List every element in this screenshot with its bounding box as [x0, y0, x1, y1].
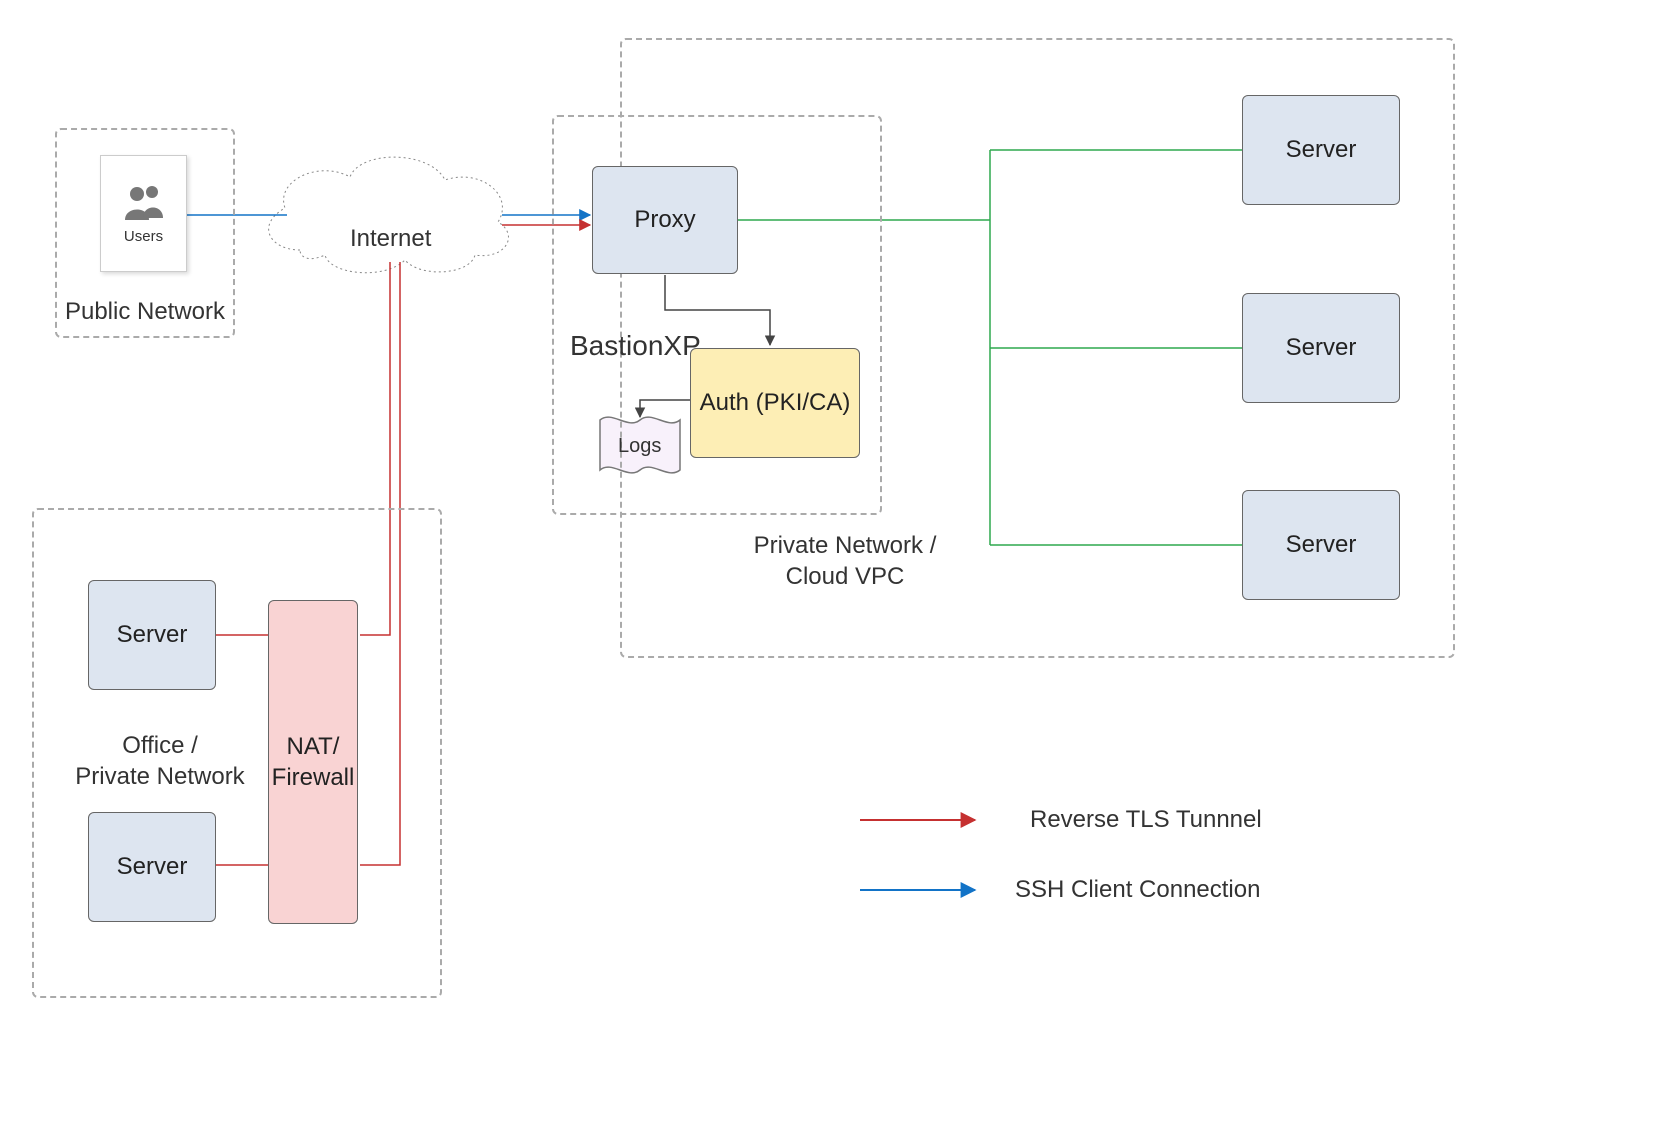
private-vpc-title: Private Network / Cloud VPC [720, 530, 970, 592]
public-network-title: Public Network [60, 298, 230, 326]
vpc-server-1-label: Server [1286, 136, 1357, 164]
auth-box: Auth (PKI/CA) [690, 348, 860, 458]
bastionxp-title: BastionXP [570, 330, 701, 362]
office-title: Office / Private Network [70, 730, 250, 792]
nat-firewall-box: NAT/ Firewall [268, 600, 358, 924]
vpc-server-3-label: Server [1286, 531, 1357, 559]
office-server-2-label: Server [117, 853, 188, 881]
office-server-2: Server [88, 812, 216, 922]
vpc-server-3: Server [1242, 490, 1400, 600]
legend-reverse-label: Reverse TLS Tunnnel [1030, 806, 1262, 834]
internet-label: Internet [350, 225, 431, 253]
users-card: Users [100, 155, 187, 272]
vpc-server-2-label: Server [1286, 334, 1357, 362]
legend-ssh-label: SSH Client Connection [1015, 876, 1260, 904]
auth-label: Auth (PKI/CA) [700, 389, 851, 417]
logs-label: Logs [618, 435, 661, 458]
vpc-server-2: Server [1242, 293, 1400, 403]
diagram-stage: Users Public Network Internet BastionXP … [0, 0, 1660, 1130]
nat-firewall-label: NAT/ Firewall [272, 731, 355, 793]
vpc-server-1: Server [1242, 95, 1400, 205]
proxy-label: Proxy [634, 206, 695, 234]
users-label: Users [124, 228, 163, 245]
proxy-box: Proxy [592, 166, 738, 274]
office-server-1-label: Server [117, 621, 188, 649]
internet-cloud [269, 157, 509, 273]
users-icon [119, 182, 169, 222]
office-server-1: Server [88, 580, 216, 690]
